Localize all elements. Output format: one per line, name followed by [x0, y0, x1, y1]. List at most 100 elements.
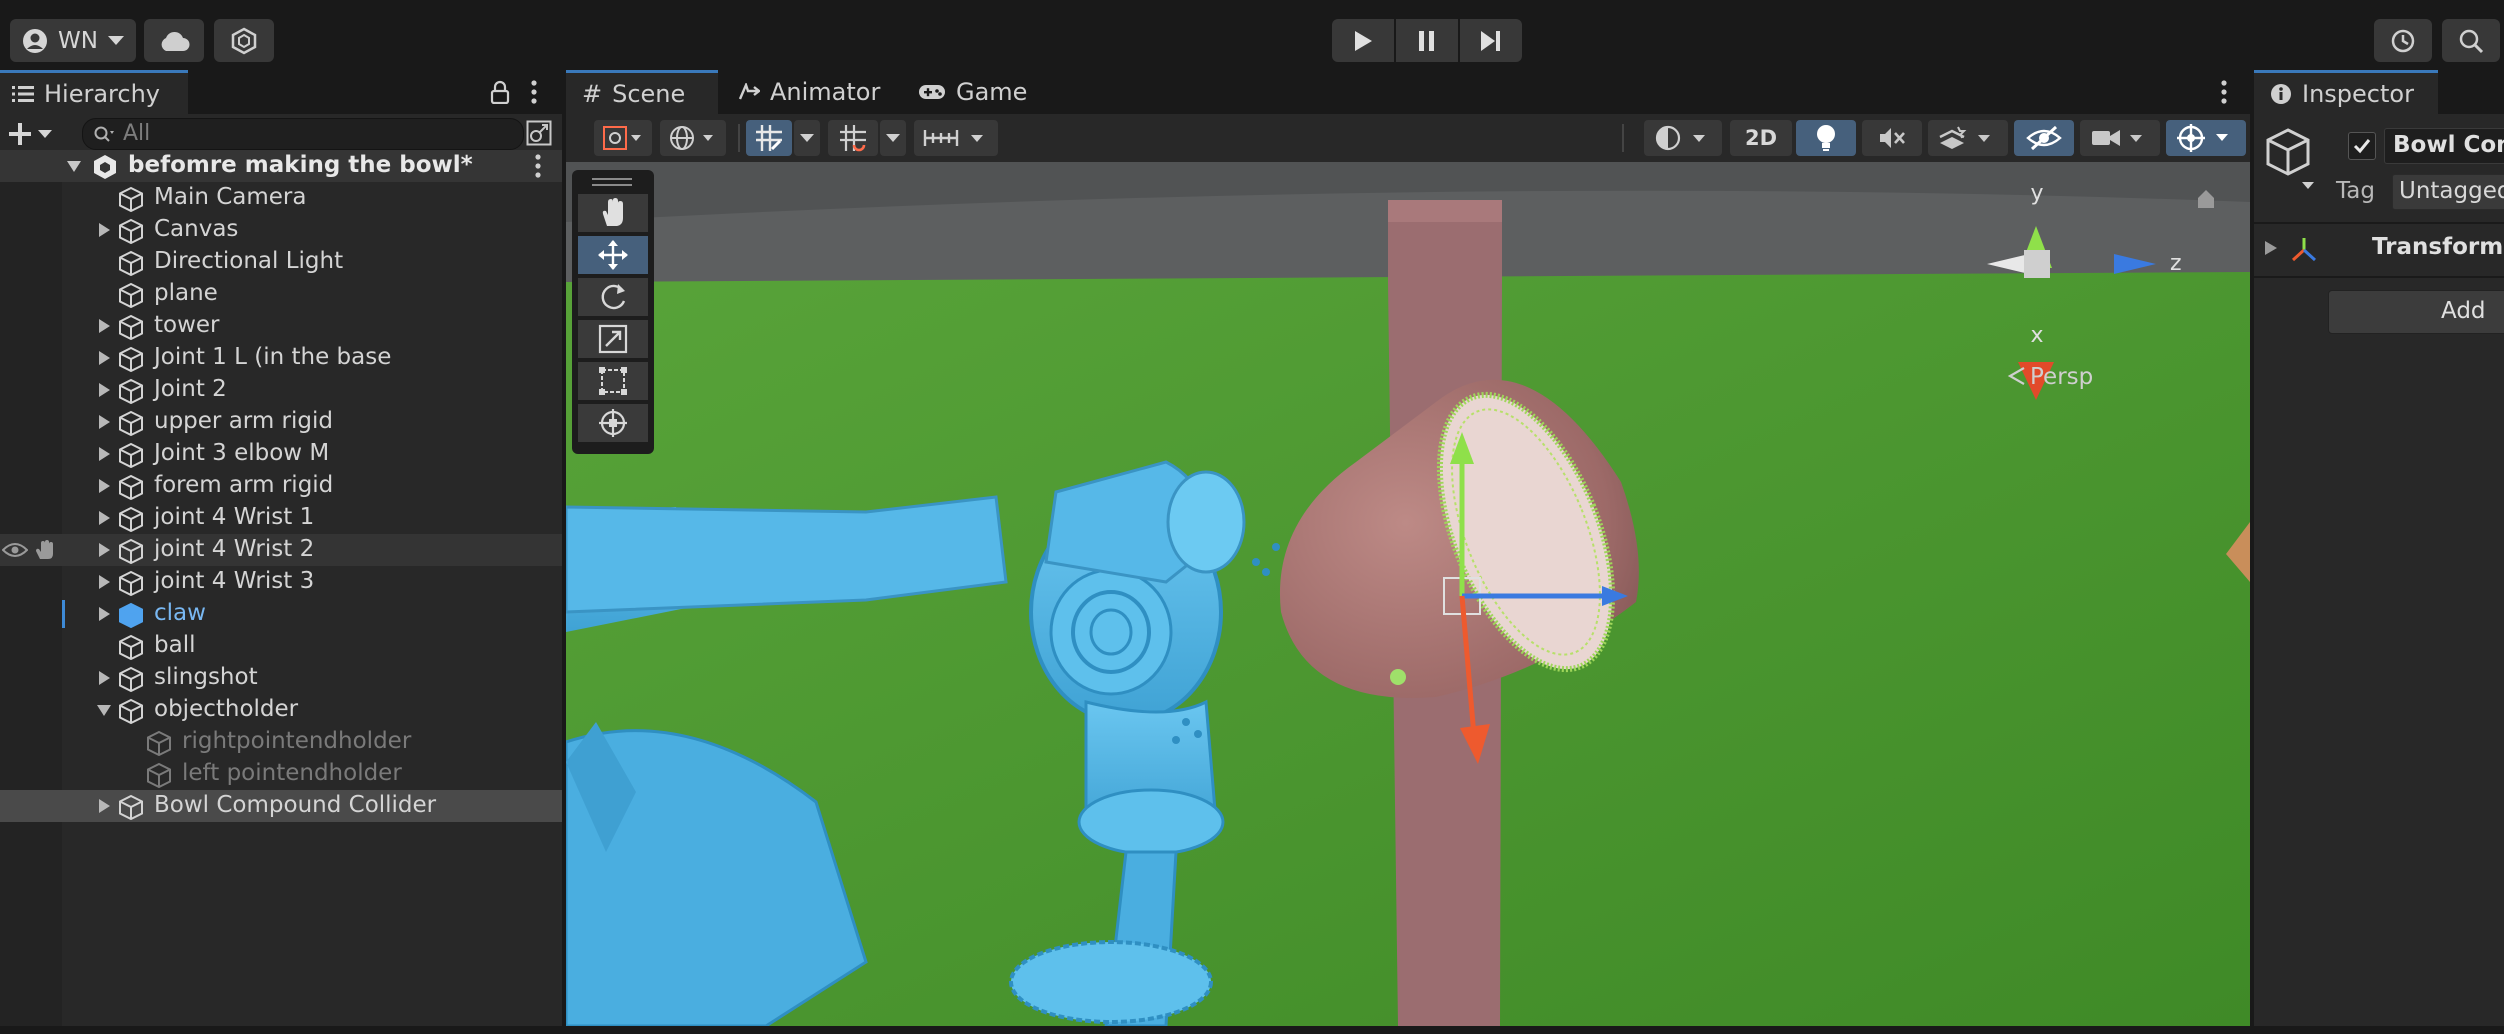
transform-component-header[interactable]: Transform — [2252, 230, 2504, 270]
hierarchy-item[interactable]: plane — [0, 278, 562, 310]
increment-snap-toggle[interactable] — [828, 120, 878, 156]
chevron-right-icon[interactable] — [96, 510, 112, 526]
chevron-right-icon[interactable] — [96, 222, 112, 238]
chevron-down-icon[interactable] — [96, 702, 112, 718]
object-name-field[interactable]: Bowl Com — [2384, 128, 2504, 164]
chevron-right-icon[interactable] — [96, 414, 112, 430]
more-options-icon[interactable] — [534, 154, 542, 178]
cloud-button[interactable] — [144, 19, 204, 62]
active-checkbox[interactable] — [2348, 132, 2376, 160]
scene-visibility-icon[interactable] — [526, 120, 552, 146]
hand-tool-button[interactable] — [578, 194, 648, 232]
play-button[interactable] — [1332, 19, 1394, 62]
tab-inspector[interactable]: Inspector — [2252, 70, 2438, 114]
chevron-right-icon[interactable] — [96, 798, 112, 814]
create-dropdown[interactable] — [8, 118, 62, 150]
hierarchy-item[interactable]: Joint 2 — [0, 374, 562, 406]
camera-dropdown[interactable] — [2080, 120, 2160, 156]
hierarchy-item[interactable]: Canvas — [0, 214, 562, 246]
ruler-dropdown[interactable] — [914, 120, 998, 156]
2d-toggle[interactable]: 2D — [1730, 120, 1792, 156]
chevron-right-icon[interactable] — [96, 574, 112, 590]
hierarchy-item-label: joint 4 Wrist 2 — [154, 536, 315, 562]
hierarchy-item[interactable]: claw — [0, 598, 562, 630]
step-button[interactable] — [1460, 19, 1522, 62]
history-button[interactable] — [2374, 19, 2432, 62]
hierarchy-item[interactable]: joint 4 Wrist 2 — [0, 534, 562, 566]
hierarchy-item[interactable]: rightpointendholder — [0, 726, 562, 758]
chevron-down-icon[interactable] — [66, 158, 82, 174]
gameobject-cube-icon — [118, 186, 144, 212]
lighting-toggle[interactable] — [1796, 120, 1856, 156]
account-icon — [23, 28, 48, 53]
pause-button[interactable] — [1396, 19, 1458, 62]
panel-splitter[interactable] — [2250, 70, 2254, 1034]
increment-snap-dropdown[interactable] — [880, 120, 906, 156]
panel-splitter[interactable] — [562, 70, 566, 1034]
chevron-right-icon[interactable] — [96, 606, 112, 622]
scene-viewport[interactable]: y z x Persp — [566, 162, 2250, 1026]
scale-tool-button[interactable] — [578, 320, 648, 358]
hierarchy-item[interactable]: Main Camera — [0, 182, 562, 214]
hierarchy-item[interactable]: tower — [0, 310, 562, 342]
account-label: WN — [58, 27, 98, 54]
audio-toggle[interactable] — [1862, 120, 1922, 156]
search-button[interactable] — [2442, 19, 2500, 62]
hierarchy-item[interactable]: upper arm rigid — [0, 406, 562, 438]
hierarchy-item-label: Joint 3 elbow M — [154, 440, 330, 466]
gameobject-cube-icon — [118, 474, 144, 500]
hierarchy-item[interactable]: Joint 1 L (in the base — [0, 342, 562, 374]
tab-hierarchy-label: Hierarchy — [44, 79, 161, 108]
chevron-right-icon[interactable] — [96, 478, 112, 494]
hierarchy-scene-root[interactable]: befomre making the bowl* — [0, 150, 562, 182]
scene-toolbar: 2D — [566, 114, 2250, 163]
visibility-eye-icon[interactable] — [2, 542, 28, 558]
hierarchy-item[interactable]: Bowl Compound Collider — [0, 790, 562, 822]
scale-icon — [598, 324, 628, 354]
scene-visibility-toggle[interactable] — [2014, 120, 2074, 156]
hierarchy-item-label: slingshot — [154, 664, 258, 690]
gizmos-dropdown[interactable] — [2166, 120, 2246, 156]
tab-game[interactable]: Game — [918, 70, 1048, 114]
tab-animator[interactable]: Animator — [738, 70, 898, 114]
chevron-right-icon[interactable] — [96, 670, 112, 686]
hierarchy-item[interactable]: joint 4 Wrist 3 — [0, 566, 562, 598]
animator-icon — [738, 83, 760, 100]
lock-icon[interactable] — [490, 80, 510, 104]
transform-tool-button[interactable] — [578, 404, 648, 442]
move-tool-button[interactable] — [578, 236, 648, 274]
chevron-right-icon[interactable] — [96, 446, 112, 462]
chevron-right-icon[interactable] — [96, 318, 112, 334]
gameobject-cube-icon — [118, 506, 144, 532]
hierarchy-item[interactable]: left pointendholder — [0, 758, 562, 790]
shading-mode-dropdown[interactable] — [1644, 120, 1722, 156]
global-dropdown[interactable] — [660, 120, 726, 156]
account-dropdown[interactable]: WN — [10, 19, 136, 62]
collab-button[interactable] — [214, 19, 274, 62]
hierarchy-item[interactable]: Directional Light — [0, 246, 562, 278]
chevron-right-icon[interactable] — [96, 542, 112, 558]
hierarchy-item[interactable]: slingshot — [0, 662, 562, 694]
hierarchy-item[interactable]: joint 4 Wrist 1 — [0, 502, 562, 534]
tab-hierarchy[interactable]: Hierarchy — [0, 70, 188, 114]
tag-dropdown[interactable]: Untagged — [2392, 174, 2504, 210]
effects-dropdown[interactable] — [1928, 120, 2008, 156]
hierarchy-item-label: joint 4 Wrist 1 — [154, 504, 315, 530]
chevron-right-icon[interactable] — [96, 350, 112, 366]
rotate-tool-button[interactable] — [578, 278, 648, 316]
more-options-icon[interactable] — [2220, 80, 2228, 104]
grid-snap-dropdown[interactable] — [794, 120, 820, 156]
hierarchy-item[interactable]: Joint 3 elbow M — [0, 438, 562, 470]
hierarchy-item[interactable]: forem arm rigid — [0, 470, 562, 502]
add-component-button[interactable]: Add — [2328, 290, 2504, 334]
more-options-icon[interactable] — [530, 80, 538, 104]
pickable-hand-icon[interactable] — [34, 540, 56, 560]
grid-snapping-toggle[interactable] — [746, 120, 792, 156]
hierarchy-search-field[interactable]: All — [82, 118, 524, 150]
tab-scene[interactable]: # Scene — [566, 70, 718, 114]
hierarchy-item[interactable]: ball — [0, 630, 562, 662]
hierarchy-item[interactable]: objectholder — [0, 694, 562, 726]
draw-mode-dropdown[interactable] — [594, 120, 652, 156]
rect-tool-button[interactable] — [578, 362, 648, 400]
chevron-right-icon[interactable] — [96, 382, 112, 398]
